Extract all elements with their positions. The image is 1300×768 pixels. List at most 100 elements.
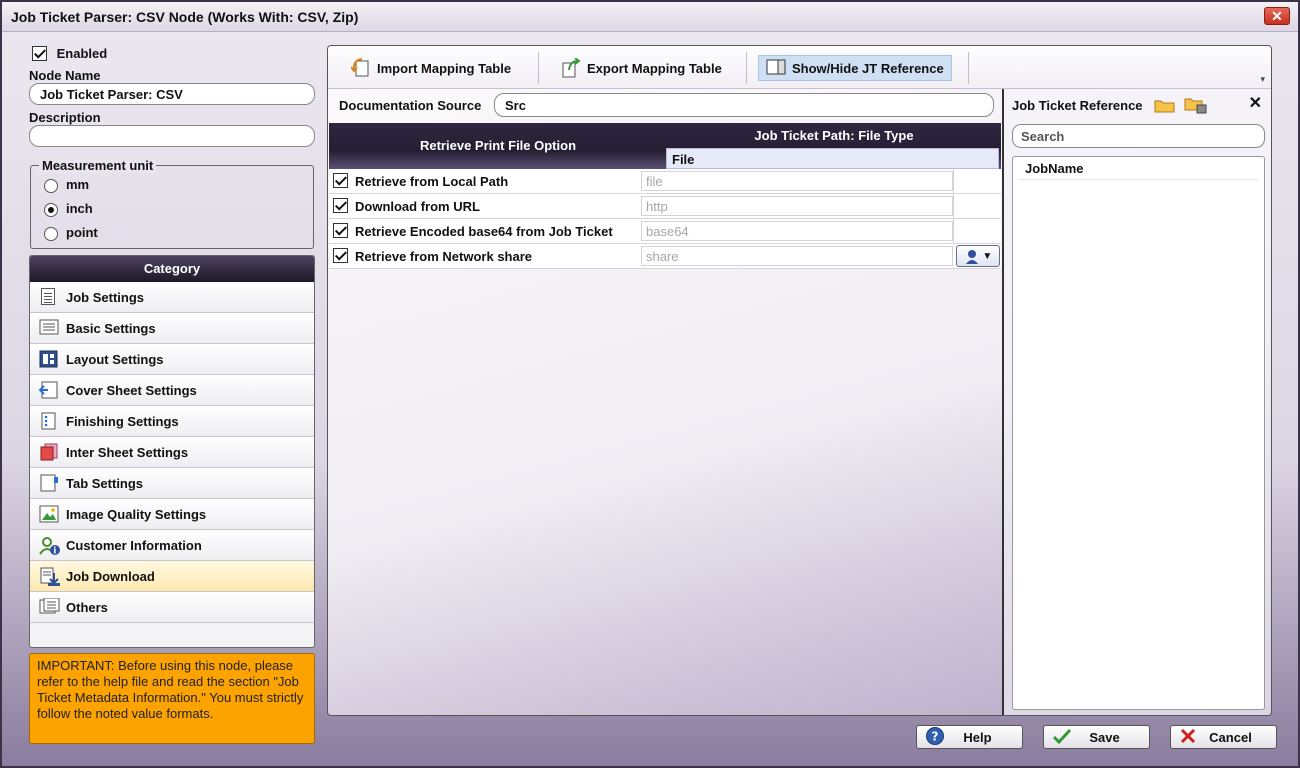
dialog-window: Job Ticket Parser: CSV Node (Works With:… bbox=[0, 0, 1300, 768]
row-checkbox[interactable] bbox=[333, 198, 348, 213]
toolbar-separator bbox=[538, 52, 539, 84]
finishing-icon bbox=[39, 412, 59, 430]
grid-header-option: Retrieve Print File Option bbox=[419, 138, 577, 153]
window-close-button[interactable]: ✕ bbox=[1264, 7, 1290, 25]
network-share-dropdown-button[interactable]: ▼ bbox=[956, 245, 1000, 267]
import-mapping-table-button[interactable]: Import Mapping Table bbox=[344, 55, 518, 81]
enabled-label: Enabled bbox=[56, 46, 108, 62]
grid-header: Retrieve Print File Option Job Ticket Pa… bbox=[329, 123, 1001, 169]
job-ticket-reference-title: Job Ticket Reference bbox=[1012, 96, 1208, 117]
import-mapping-table-label: Import Mapping Table bbox=[377, 60, 512, 76]
reference-search-input[interactable]: Search bbox=[1012, 124, 1265, 148]
row-value-input[interactable]: file bbox=[641, 171, 953, 191]
row-divider bbox=[953, 194, 954, 219]
folder-settings-icon[interactable] bbox=[1184, 96, 1208, 117]
category-item-job-settings[interactable]: Job Settings bbox=[30, 282, 314, 313]
radio-inch-circle[interactable] bbox=[44, 202, 58, 217]
row-value-input[interactable]: http bbox=[641, 196, 953, 216]
table-row: Retrieve Encoded base64 from Job Ticket … bbox=[329, 219, 1001, 244]
node-name-input[interactable]: Job Ticket Parser: CSV bbox=[29, 83, 315, 105]
row-label: Retrieve Encoded base64 from Job Ticket bbox=[355, 224, 613, 239]
row-checkbox[interactable] bbox=[333, 223, 348, 238]
category-item-basic-settings[interactable]: Basic Settings bbox=[30, 313, 314, 344]
category-item-label: Job Settings bbox=[66, 289, 145, 305]
category-item-label: Inter Sheet Settings bbox=[66, 444, 189, 460]
radio-point[interactable]: point bbox=[44, 225, 98, 241]
important-notice: IMPORTANT: Before using this node, pleas… bbox=[29, 653, 315, 744]
category-item-label: Tab Settings bbox=[66, 475, 144, 491]
radio-inch-label: inch bbox=[66, 201, 93, 216]
category-item-layout-settings[interactable]: Layout Settings bbox=[30, 344, 314, 375]
enabled-checkbox-row[interactable]: Enabled bbox=[32, 45, 108, 62]
radio-mm-label: mm bbox=[66, 177, 90, 192]
row-checkbox[interactable] bbox=[333, 248, 348, 263]
job-ticket-reference-panel: Job Ticket Reference ✕ Search JobName bbox=[1002, 89, 1271, 715]
reference-list: JobName bbox=[1012, 156, 1265, 710]
category-item-label: Basic Settings bbox=[66, 320, 156, 336]
export-icon bbox=[561, 57, 581, 78]
radio-point-circle[interactable] bbox=[44, 226, 58, 241]
close-reference-icon[interactable]: ✕ bbox=[1249, 93, 1262, 113]
document-icon bbox=[39, 288, 59, 306]
open-folder-icon[interactable] bbox=[1154, 97, 1176, 116]
category-item-label: Others bbox=[66, 599, 108, 615]
category-item-tab-settings[interactable]: Tab Settings bbox=[30, 468, 314, 499]
customer-icon: i bbox=[39, 536, 60, 557]
panel-toggle-icon bbox=[766, 58, 786, 78]
window-title: Job Ticket Parser: CSV Node (Works With:… bbox=[11, 9, 359, 25]
import-icon bbox=[350, 58, 371, 78]
category-item-label: Customer Information bbox=[66, 537, 202, 553]
cover-sheet-icon bbox=[38, 381, 59, 399]
category-item-others[interactable]: Others bbox=[30, 592, 314, 623]
tab-icon bbox=[39, 474, 59, 492]
export-mapping-table-button[interactable]: Export Mapping Table bbox=[554, 55, 729, 81]
documentation-source-input[interactable]: Src bbox=[494, 93, 994, 117]
description-input[interactable] bbox=[29, 125, 315, 147]
row-value-input[interactable]: base64 bbox=[641, 221, 953, 241]
category-item-finishing-settings[interactable]: Finishing Settings bbox=[30, 406, 314, 437]
row-label: Retrieve from Local Path bbox=[355, 174, 509, 189]
layout-icon bbox=[39, 350, 59, 368]
category-item-label: Cover Sheet Settings bbox=[66, 382, 197, 398]
row-value-input[interactable]: share bbox=[641, 246, 953, 266]
table-row: Retrieve from Local Path file bbox=[329, 169, 1001, 194]
network-user-icon bbox=[965, 250, 978, 264]
toolbar-overflow-icon[interactable]: ▾ bbox=[1260, 74, 1265, 85]
help-label: Help bbox=[963, 729, 992, 745]
row-checkbox[interactable] bbox=[333, 173, 348, 188]
category-item-inter-sheet-settings[interactable]: Inter Sheet Settings bbox=[30, 437, 314, 468]
save-label: Save bbox=[1089, 729, 1120, 745]
radio-mm[interactable]: mm bbox=[44, 177, 89, 193]
radio-mm-circle[interactable] bbox=[44, 178, 58, 193]
cancel-x-icon bbox=[1179, 727, 1197, 748]
category-item-image-quality-settings[interactable]: Image Quality Settings bbox=[30, 499, 314, 530]
show-hide-jt-reference-button[interactable]: Show/Hide JT Reference bbox=[758, 55, 952, 81]
documentation-source-label: Documentation Source bbox=[339, 98, 482, 113]
others-icon bbox=[39, 597, 60, 616]
table-row: Download from URL http bbox=[329, 194, 1001, 219]
category-item-customer-information[interactable]: i Customer Information bbox=[30, 530, 314, 561]
toolbar-separator bbox=[968, 52, 969, 84]
save-button[interactable]: Save bbox=[1043, 725, 1150, 749]
row-divider bbox=[953, 219, 954, 244]
radio-inch[interactable]: inch bbox=[44, 201, 93, 217]
help-button[interactable]: ? Help bbox=[916, 725, 1023, 749]
row-label: Download from URL bbox=[355, 199, 480, 214]
checkmark-icon bbox=[1052, 727, 1072, 748]
inter-sheet-icon bbox=[39, 443, 59, 461]
list-item[interactable]: JobName bbox=[1019, 161, 1258, 180]
title-bar: Job Ticket Parser: CSV Node (Works With:… bbox=[2, 2, 1298, 32]
measurement-unit-group: Measurement unit mm inch point bbox=[30, 158, 314, 249]
measurement-unit-legend: Measurement unit bbox=[39, 158, 157, 173]
category-item-label: Layout Settings bbox=[66, 351, 164, 367]
svg-text:i: i bbox=[53, 547, 56, 557]
category-item-cover-sheet-settings[interactable]: Cover Sheet Settings bbox=[30, 375, 314, 406]
enabled-checkbox[interactable] bbox=[32, 46, 47, 62]
svg-text:?: ? bbox=[932, 729, 939, 743]
chevron-down-icon: ▼ bbox=[979, 250, 993, 262]
cancel-button[interactable]: Cancel bbox=[1170, 725, 1277, 749]
job-download-icon bbox=[39, 567, 60, 586]
category-item-job-download[interactable]: Job Download bbox=[30, 561, 314, 592]
category-list: Category Job Settings Basic Settings Lay… bbox=[29, 255, 315, 648]
list-icon bbox=[39, 319, 59, 337]
